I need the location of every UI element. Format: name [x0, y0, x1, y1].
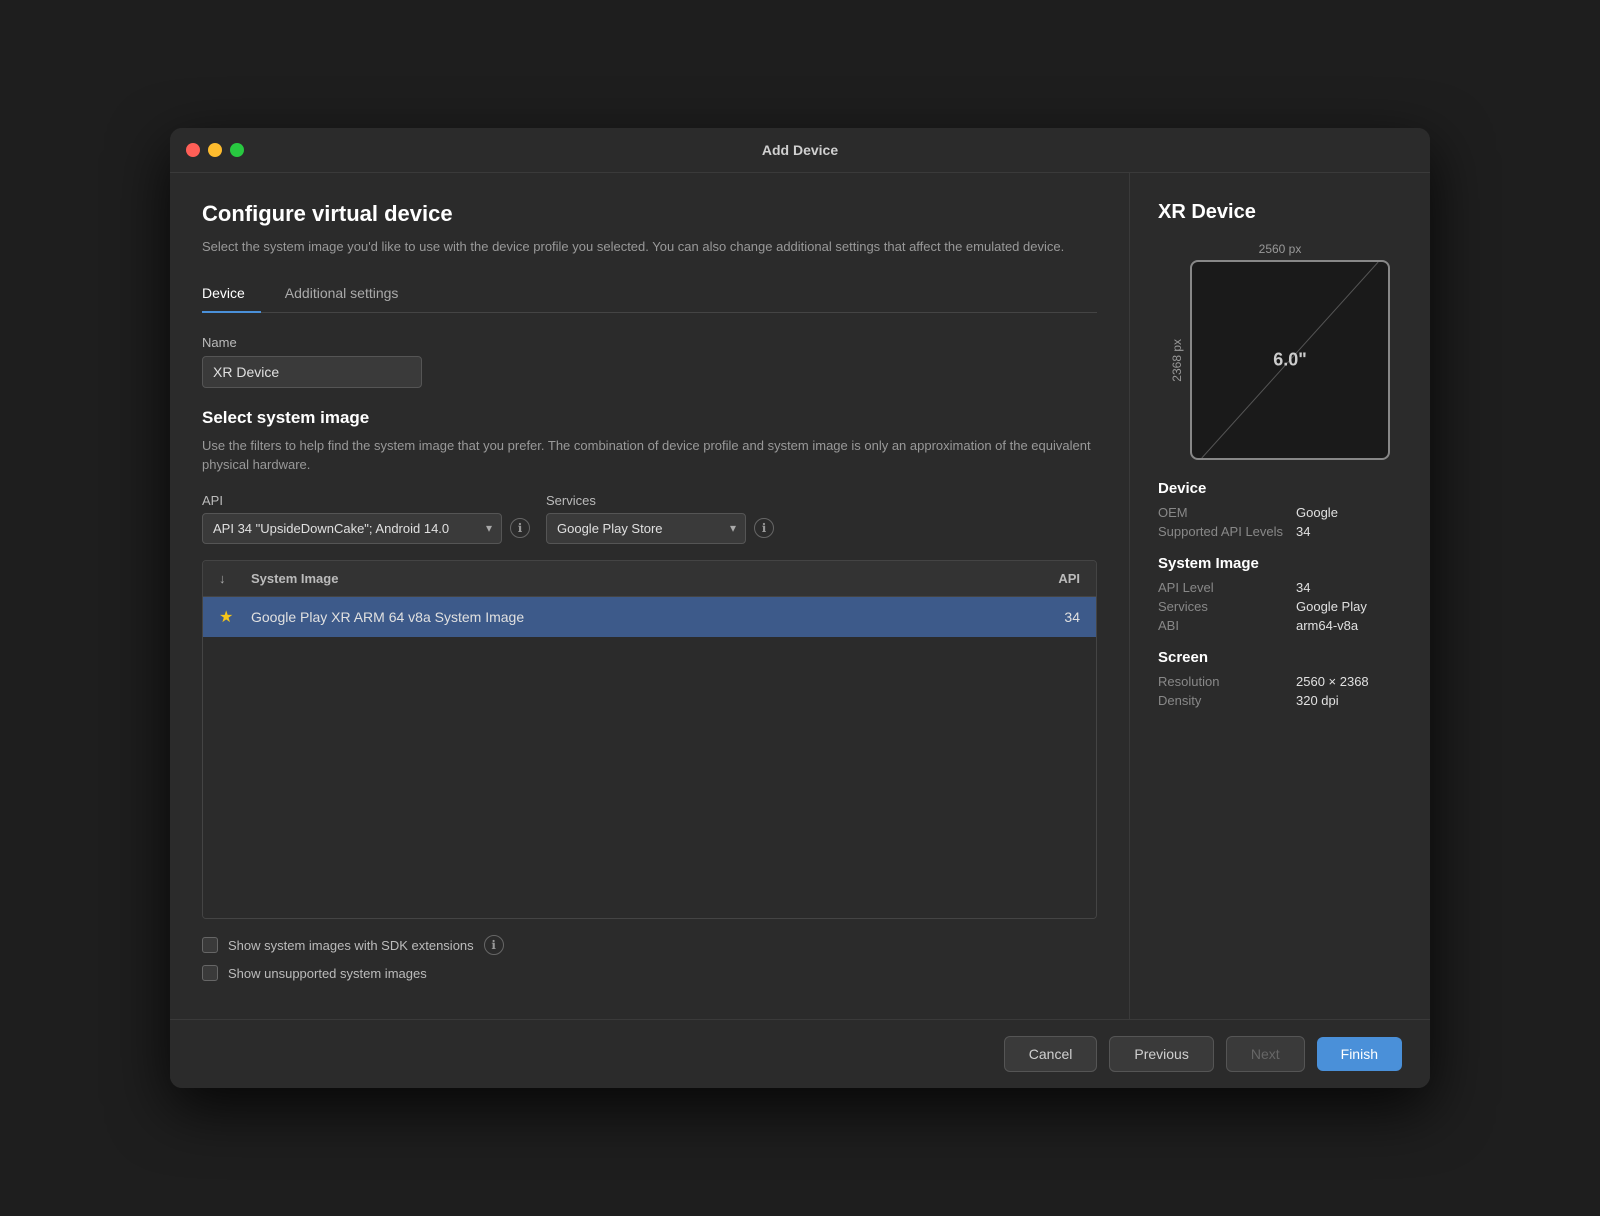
density-row: Density 320 dpi [1158, 693, 1402, 708]
title-bar: Add Device [170, 128, 1430, 173]
add-device-dialog: Add Device Configure virtual device Sele… [170, 128, 1430, 1088]
api-filter-row: API 34 "UpsideDownCake"; Android 14.0 AP… [202, 513, 530, 544]
resolution-row: Resolution 2560 × 2368 [1158, 674, 1402, 689]
abi-row: ABI arm64-v8a [1158, 618, 1402, 633]
table-header: ↓ System Image API [203, 561, 1096, 597]
maximize-button[interactable] [230, 143, 244, 157]
bottom-bar: Cancel Previous Next Finish [170, 1019, 1430, 1088]
services-key: Services [1158, 599, 1288, 614]
sdk-extensions-checkbox[interactable] [202, 937, 218, 953]
system-image-subtitle: Use the filters to help find the system … [202, 436, 1097, 475]
sdk-extensions-info-icon[interactable]: ℹ [484, 935, 504, 955]
close-button[interactable] [186, 143, 200, 157]
window-controls [186, 143, 244, 157]
width-px-label: 2560 px [1170, 242, 1390, 256]
services-filter-label: Services [546, 493, 774, 508]
system-image-table: ↓ System Image API ★ Google Play XR ARM … [202, 560, 1097, 920]
checkbox-unsupported-images: Show unsupported system images [202, 965, 1097, 981]
device-section-title: Device [1158, 480, 1402, 497]
name-label: Name [202, 335, 1097, 350]
device-preview-title: XR Device [1158, 201, 1402, 224]
services-info-icon[interactable]: ℹ [754, 518, 774, 538]
tab-bar: Device Additional settings [202, 277, 1097, 313]
supported-api-key: Supported API Levels [1158, 524, 1288, 539]
cancel-button[interactable]: Cancel [1004, 1036, 1098, 1072]
abi-key: ABI [1158, 618, 1288, 633]
preview-area: 2368 px 6.0" [1170, 260, 1390, 460]
filters-row: API API 34 "UpsideDownCake"; Android 14.… [202, 493, 1097, 544]
services-filter-row: Google Play Store Google APIs No Service… [546, 513, 774, 544]
row-api-level: 34 [1000, 609, 1080, 625]
api-filter-group: API API 34 "UpsideDownCake"; Android 14.… [202, 493, 530, 544]
device-rect: 6.0" [1190, 260, 1390, 460]
api-level-val: 34 [1296, 580, 1310, 595]
oem-val: Google [1296, 505, 1338, 520]
left-panel: Configure virtual device Select the syst… [170, 173, 1130, 1019]
services-val: Google Play [1296, 599, 1367, 614]
minimize-button[interactable] [208, 143, 222, 157]
density-key: Density [1158, 693, 1288, 708]
dialog-body: Configure virtual device Select the syst… [170, 173, 1430, 1019]
table-empty-area [203, 637, 1096, 919]
supported-api-val: 34 [1296, 524, 1310, 539]
unsupported-images-checkbox[interactable] [202, 965, 218, 981]
th-system-image: System Image [251, 571, 1000, 586]
checkbox-sdk-extensions: Show system images with SDK extensions ℹ [202, 935, 1097, 955]
api-select[interactable]: API 34 "UpsideDownCake"; Android 14.0 AP… [202, 513, 502, 544]
services-select[interactable]: Google Play Store Google APIs No Service… [546, 513, 746, 544]
system-image-info-section: System Image API Level 34 Services Googl… [1158, 555, 1402, 633]
unsupported-images-label: Show unsupported system images [228, 966, 427, 981]
device-info-section: Device OEM Google Supported API Levels 3… [1158, 480, 1402, 539]
services-filter-group: Services Google Play Store Google APIs N… [546, 493, 774, 544]
api-select-wrapper: API 34 "UpsideDownCake"; Android 14.0 AP… [202, 513, 502, 544]
configure-subtitle: Select the system image you'd like to us… [202, 237, 1097, 257]
star-icon: ★ [219, 607, 251, 627]
api-info-icon[interactable]: ℹ [510, 518, 530, 538]
tab-device[interactable]: Device [202, 277, 261, 313]
dialog-title: Add Device [762, 142, 838, 158]
density-val: 320 dpi [1296, 693, 1339, 708]
services-row: Services Google Play [1158, 599, 1402, 614]
api-filter-label: API [202, 493, 530, 508]
services-select-wrapper: Google Play Store Google APIs No Service… [546, 513, 746, 544]
system-image-section-title: System Image [1158, 555, 1402, 572]
resolution-val: 2560 × 2368 [1296, 674, 1369, 689]
oem-row: OEM Google [1158, 505, 1402, 520]
finish-button[interactable]: Finish [1317, 1037, 1402, 1071]
th-expand-icon: ↓ [219, 571, 251, 586]
api-level-row: API Level 34 [1158, 580, 1402, 595]
resolution-key: Resolution [1158, 674, 1288, 689]
sdk-extensions-label: Show system images with SDK extensions [228, 938, 474, 953]
oem-key: OEM [1158, 505, 1288, 520]
abi-val: arm64-v8a [1296, 618, 1358, 633]
name-input[interactable] [202, 356, 422, 388]
api-level-key: API Level [1158, 580, 1288, 595]
supported-api-row: Supported API Levels 34 [1158, 524, 1402, 539]
system-image-heading: Select system image [202, 408, 1097, 428]
th-api: API [1000, 571, 1080, 586]
right-panel: XR Device 2560 px 2368 px 6.0" Device [1130, 173, 1430, 1019]
screen-info-section: Screen Resolution 2560 × 2368 Density 32… [1158, 649, 1402, 708]
table-row[interactable]: ★ Google Play XR ARM 64 v8a System Image… [203, 597, 1096, 637]
device-preview: 2560 px 2368 px 6.0" [1170, 242, 1390, 460]
configure-heading: Configure virtual device [202, 201, 1097, 227]
device-size-label: 6.0" [1273, 350, 1307, 371]
screen-section-title: Screen [1158, 649, 1402, 666]
row-system-image-name: Google Play XR ARM 64 v8a System Image [251, 609, 1000, 625]
next-button[interactable]: Next [1226, 1036, 1305, 1072]
previous-button[interactable]: Previous [1109, 1036, 1213, 1072]
tab-additional-settings[interactable]: Additional settings [285, 277, 415, 313]
height-px-label: 2368 px [1170, 339, 1184, 382]
